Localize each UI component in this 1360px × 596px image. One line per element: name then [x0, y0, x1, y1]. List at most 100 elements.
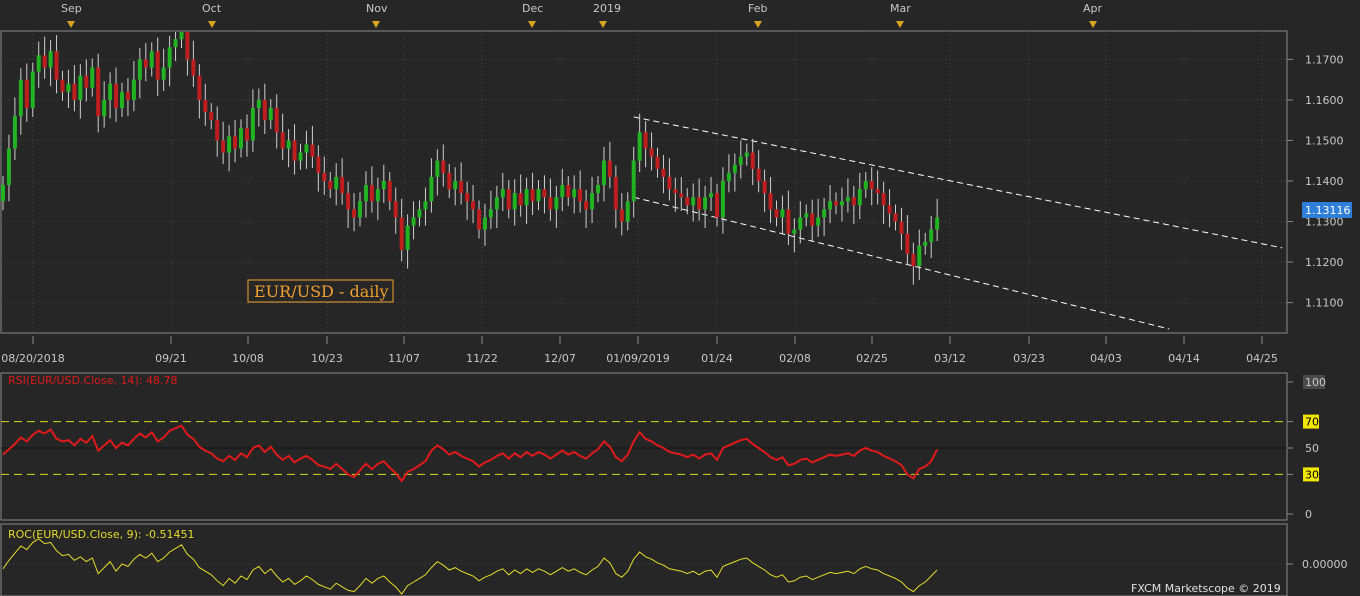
date-tick-label: 08/20/2018 [1, 352, 64, 365]
candle-body [804, 213, 809, 218]
candle-body [554, 197, 559, 210]
candle-body [649, 148, 654, 157]
candle-body [12, 116, 17, 149]
date-tick-label: 11/22 [466, 352, 498, 365]
candle-body [839, 201, 844, 206]
candle-body [935, 217, 940, 230]
candle-body [798, 217, 803, 230]
candle-body [352, 209, 357, 218]
candle-body [316, 156, 321, 173]
candle-body [768, 193, 773, 210]
rsi-tick-label: 30 [1305, 468, 1319, 481]
candle-body [482, 217, 487, 230]
candle-body [429, 176, 434, 202]
candle-body [875, 189, 880, 194]
candle-body [102, 99, 107, 117]
candle-body [155, 51, 160, 80]
candle-body [857, 189, 862, 206]
date-tick-label: 10/23 [311, 352, 343, 365]
rsi-tick-label: 50 [1305, 442, 1319, 455]
candle-body [655, 156, 660, 169]
candle-body [512, 193, 517, 210]
candle-body [143, 59, 148, 68]
candle-body [36, 55, 41, 72]
footer-credit: FXCM Marketscope © 2019 [1131, 582, 1281, 595]
candle-body [417, 209, 422, 218]
date-tick-label: 04/03 [1090, 352, 1122, 365]
candle-body [84, 75, 89, 88]
date-tick-label: 03/23 [1013, 352, 1045, 365]
candle-body [441, 160, 446, 173]
month-label: Nov [366, 2, 388, 15]
candle-body [1, 185, 5, 202]
date-tick-label: 04/25 [1246, 352, 1278, 365]
candle-body [572, 189, 577, 198]
candle-body [625, 201, 630, 222]
candle-body [905, 233, 910, 254]
candle-body [774, 209, 779, 218]
last-price-tag: 1.13116 [1302, 202, 1352, 218]
candle-body [233, 136, 238, 149]
candle-body [369, 185, 374, 202]
date-tick-label: 10/08 [232, 352, 264, 365]
candle-body [114, 83, 119, 109]
candle-body [822, 209, 827, 218]
candle-body [310, 144, 315, 157]
candle-body [703, 197, 708, 210]
candle-body [423, 201, 428, 210]
candle-body [637, 132, 642, 161]
candle-body [726, 172, 731, 181]
candle-body [673, 189, 678, 194]
candle-body [48, 51, 53, 68]
candle-body [506, 189, 511, 210]
roc-label: ROC(EUR/USD.Close, 9): -0.51451 [8, 528, 195, 541]
candle-body [524, 189, 529, 206]
candle-body [96, 67, 101, 117]
candle-body [893, 213, 898, 222]
chart-root: Sep Oct Nov Dec 2019 Feb Mar Apr 1.1700 1.1600 1.… [0, 0, 1360, 596]
candle-body [465, 193, 470, 202]
candle-body [845, 197, 850, 202]
candle-body [548, 197, 553, 210]
candle-body [834, 201, 838, 206]
candle-body [613, 176, 618, 210]
candle-body [322, 172, 327, 181]
candle-body [54, 51, 59, 80]
month-label: Feb [748, 2, 767, 15]
candle-body [120, 91, 124, 109]
candle-body [173, 39, 178, 48]
month-label: 2019 [593, 2, 621, 15]
candle-body [786, 209, 791, 234]
candle-body [405, 225, 410, 250]
candle-body [709, 193, 714, 198]
candle-body [792, 229, 797, 234]
candle-body [715, 193, 719, 218]
candle-body [328, 180, 333, 190]
candle-body [179, 32, 184, 40]
candle-body [66, 83, 71, 92]
candle-body [256, 99, 261, 109]
date-tick-label: 09/21 [155, 352, 187, 365]
candle-body [411, 217, 416, 226]
candle-body [828, 201, 833, 210]
candle-body [471, 201, 476, 210]
candle-body [738, 156, 743, 165]
candle-body [262, 99, 267, 121]
candle-body [18, 79, 23, 117]
price-tick-label: 1.1600 [1305, 94, 1344, 107]
candle-body [393, 201, 398, 218]
candle-body [334, 176, 339, 190]
candle-body [435, 160, 440, 177]
candle-body [381, 180, 386, 190]
candle-body [399, 217, 404, 250]
candle-body [108, 83, 113, 100]
candle-body [756, 168, 761, 181]
candle-body [6, 148, 11, 186]
date-tick-label: 11/07 [388, 352, 420, 365]
candle-body [750, 152, 755, 169]
candle-body [691, 197, 696, 206]
rsi-tick-label: 100 [1305, 376, 1326, 389]
candle-body [387, 180, 392, 202]
candle-body [601, 160, 606, 186]
candle-body [661, 168, 666, 177]
